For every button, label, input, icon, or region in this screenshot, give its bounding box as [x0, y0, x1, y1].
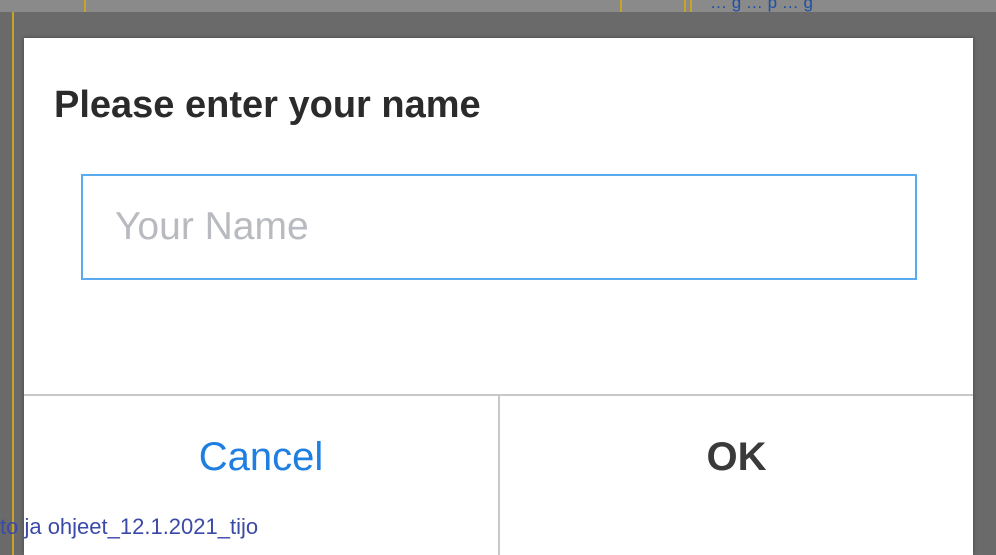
background-table-cell: [0, 0, 86, 12]
background-caption: to ja ohjeet_12.1.2021_tijo: [0, 514, 259, 539]
background-page-strip: … g … p … g: [0, 0, 996, 12]
background-table-cell: [86, 0, 622, 12]
name-input[interactable]: [81, 174, 917, 280]
ok-button[interactable]: OK: [500, 396, 973, 555]
background-link-cell: … g … p … g: [690, 0, 996, 12]
name-prompt-dialog: Please enter your name Cancel OK: [24, 38, 973, 555]
background-table-cell: [622, 0, 686, 12]
background-link: … g … p … g: [710, 0, 813, 12]
background-table-border: [12, 12, 14, 555]
dialog-title: Please enter your name: [54, 84, 481, 126]
